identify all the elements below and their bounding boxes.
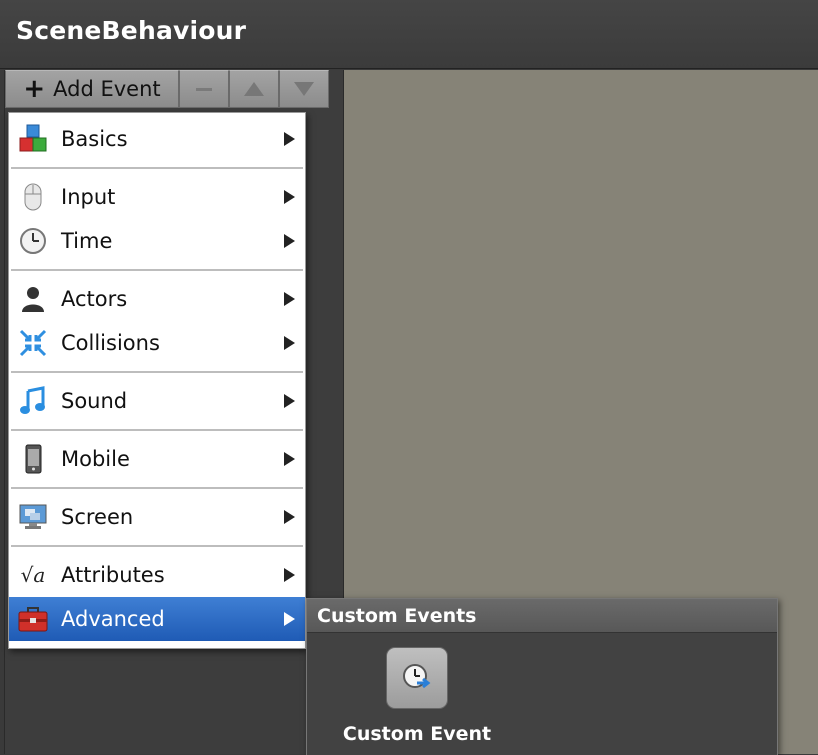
custom-events-submenu: Custom Events Custom Event [306,598,778,755]
menu-item-input[interactable]: Input [9,175,305,219]
menu-item-basics[interactable]: Basics [9,117,305,161]
menu-item-mobile[interactable]: Mobile [9,437,305,481]
menu-item-collisions[interactable]: Collisions [9,321,305,365]
menu-item-label: Mobile [61,447,130,471]
events-toolbar: + Add Event [5,70,341,110]
submenu-arrow-icon [284,292,295,306]
music-note-icon [17,385,49,417]
custom-event-label: Custom Event [342,723,492,745]
menu-item-label: Advanced [61,607,165,631]
monitor-icon [17,501,49,533]
minus-icon [196,87,212,91]
submenu-arrow-icon [284,394,295,408]
toolbox-icon [17,603,49,635]
clock-icon [17,225,49,257]
arrow-down-icon [294,82,314,96]
menu-item-attributes[interactable]: √a Attributes [9,553,305,597]
menu-separator [11,167,303,170]
plus-icon: + [23,74,46,104]
submenu-arrow-icon [284,132,295,146]
menu-item-label: Actors [61,287,128,311]
menu-item-label: Screen [61,505,134,529]
submenu-arrow-icon [284,234,295,248]
title-bar: SceneBehaviour [0,0,818,69]
menu-item-label: Attributes [61,563,165,587]
menu-item-label: Input [61,185,116,209]
menu-item-label: Collisions [61,331,160,355]
clock-arrow-icon [386,647,448,709]
menu-item-actors[interactable]: Actors [9,277,305,321]
submenu-arrow-icon [284,190,295,204]
add-event-button[interactable]: + Add Event [5,70,179,108]
menu-separator [11,429,303,432]
add-event-label: Add Event [53,77,161,101]
sqrt-a-icon: √a [20,563,46,587]
custom-event-item[interactable]: Custom Event [337,647,497,747]
menu-item-sound[interactable]: Sound [9,379,305,423]
menu-separator [11,545,303,548]
move-up-button[interactable] [229,70,279,108]
menu-item-screen[interactable]: Screen [9,495,305,539]
menu-separator [11,371,303,374]
menu-item-label: Sound [61,389,128,413]
submenu-header: Custom Events [307,599,777,633]
submenu-arrow-icon [284,568,295,582]
blocks-icon [17,123,49,155]
phone-icon [17,443,49,475]
menu-item-time[interactable]: Time [9,219,305,263]
add-event-menu: Basics Input Time Actors Collisions Soun… [8,112,306,649]
menu-separator [11,269,303,272]
window-title: SceneBehaviour [16,16,247,45]
move-down-button[interactable] [279,70,329,108]
menu-separator [11,487,303,490]
submenu-arrow-icon [284,452,295,466]
menu-item-label: Time [61,229,113,253]
collision-arrows-icon [17,327,49,359]
submenu-arrow-icon [284,510,295,524]
person-icon [17,283,49,315]
submenu-title: Custom Events [317,605,477,627]
arrow-up-icon [244,82,264,96]
menu-item-advanced[interactable]: Advanced [9,597,305,641]
mouse-icon [17,181,49,213]
submenu-arrow-icon [284,612,295,626]
remove-event-button[interactable] [179,70,229,108]
menu-item-label: Basics [61,127,128,151]
submenu-arrow-icon [284,336,295,350]
